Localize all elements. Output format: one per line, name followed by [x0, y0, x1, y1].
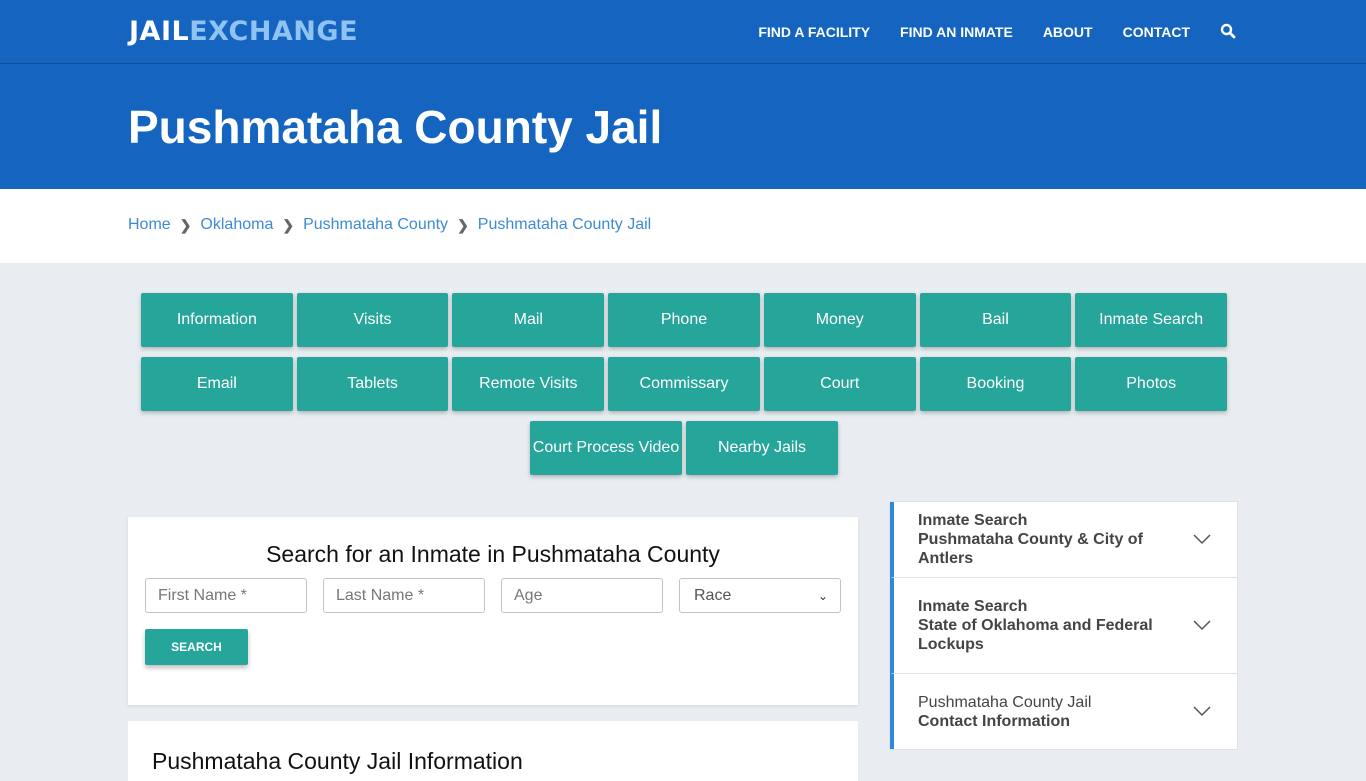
breadcrumb-home[interactable]: Home: [128, 216, 171, 234]
search-title: Search for an Inmate in Pushmataha Count…: [266, 541, 720, 567]
race-select-value: Race: [694, 586, 732, 604]
tile-visits[interactable]: Visits: [296, 293, 449, 347]
accordion-line1: Inmate Search: [918, 598, 1028, 615]
logo-exchange: EXCHANGE: [189, 16, 359, 47]
nav-find-inmate[interactable]: FIND AN INMATE: [900, 24, 1013, 40]
chevron-down-icon: ⌄: [817, 588, 828, 603]
accordion-item-state-federal-search[interactable]: Inmate Search State of Oklahoma and Fede…: [890, 578, 1237, 674]
tile-inmate-search[interactable]: Inmate Search: [1075, 293, 1228, 347]
page-title: Pushmataha County Jail: [128, 101, 663, 153]
tile-commissary[interactable]: Commissary: [608, 357, 760, 411]
search-button[interactable]: SEARCH: [145, 629, 248, 665]
accordion-line1: Inmate Search: [918, 512, 1028, 529]
logo-jail: JAIL: [129, 16, 190, 47]
chevron-down-icon: [1193, 619, 1211, 630]
nav-find-facility[interactable]: FIND A FACILITY: [758, 24, 870, 40]
accordion-line2: State of Oklahoma and Federal Lockups: [918, 617, 1153, 653]
tile-photos[interactable]: Photos: [1075, 357, 1228, 411]
last-name-input[interactable]: Last Name *: [323, 578, 485, 613]
age-input[interactable]: Age: [501, 578, 663, 613]
accordion-item-county-search[interactable]: Inmate Search Pushmataha County & City o…: [890, 502, 1237, 578]
breadcrumb-county[interactable]: Pushmataha County: [303, 216, 448, 234]
tile-information[interactable]: Information: [140, 293, 293, 347]
site-logo[interactable]: JAILEXCHANGE: [129, 16, 358, 47]
accordion-line2: Pushmataha County & City of Antlers: [918, 531, 1143, 567]
nav-about[interactable]: ABOUT: [1043, 24, 1093, 40]
jail-information-card: Pushmataha County Jail Information: [128, 721, 858, 781]
accordion-line1: Pushmataha County Jail: [918, 693, 1092, 711]
race-select[interactable]: Race ⌄: [679, 578, 841, 613]
inmate-search-card: Search for an Inmate in Pushmataha Count…: [128, 517, 858, 705]
tile-court-process-video[interactable]: Court Process Video: [530, 421, 682, 475]
breadcrumb-state[interactable]: Oklahoma: [200, 216, 273, 234]
tile-email[interactable]: Email: [140, 357, 293, 411]
chevron-right-icon: ❯: [179, 216, 192, 233]
tile-tablets[interactable]: Tablets: [296, 357, 449, 411]
tile-phone[interactable]: Phone: [608, 293, 760, 347]
accordion-line2: Contact Information: [918, 712, 1070, 730]
tile-booking[interactable]: Booking: [919, 357, 1072, 411]
search-icon[interactable]: [1220, 23, 1238, 41]
nav-contact[interactable]: CONTACT: [1123, 24, 1190, 40]
chevron-right-icon: ❯: [457, 216, 469, 233]
chevron-down-icon: [1193, 705, 1211, 716]
chevron-down-icon: [1193, 533, 1211, 544]
tile-row: Email Tablets Remote Visits Commissary C…: [139, 357, 1229, 411]
first-name-input[interactable]: First Name *: [145, 578, 307, 613]
breadcrumb-current[interactable]: Pushmataha County Jail: [478, 216, 651, 234]
tile-row: Court Process Video Nearby Jails: [139, 421, 1229, 475]
tile-money[interactable]: Money: [763, 293, 916, 347]
facility-menu-tiles: Information Visits Mail Phone Money Bail…: [139, 293, 1229, 485]
accordion-item-contact-info[interactable]: Pushmataha County Jail Contact Informati…: [890, 674, 1237, 749]
main-nav: FIND A FACILITY FIND AN INMATE ABOUT CON…: [728, 0, 1238, 64]
breadcrumb-bar: Home ❯ Oklahoma ❯ Pushmataha County ❯ Pu…: [0, 189, 1366, 263]
tile-nearby-jails[interactable]: Nearby Jails: [686, 421, 838, 475]
tile-remote-visits[interactable]: Remote Visits: [452, 357, 605, 411]
tile-mail[interactable]: Mail: [452, 293, 605, 347]
info-title: Pushmataha County Jail Information: [152, 748, 523, 774]
chevron-right-icon: ❯: [282, 216, 295, 233]
breadcrumb: Home ❯ Oklahoma ❯ Pushmataha County ❯ Pu…: [128, 216, 651, 234]
top-navbar: JAILEXCHANGE FIND A FACILITY FIND AN INM…: [0, 0, 1366, 64]
tile-court[interactable]: Court: [763, 357, 916, 411]
sidebar-accordion: Inmate Search Pushmataha County & City o…: [889, 501, 1238, 750]
hero-banner: Pushmataha County Jail: [0, 64, 1366, 189]
tile-row: Information Visits Mail Phone Money Bail…: [139, 293, 1229, 347]
tile-bail[interactable]: Bail: [919, 293, 1072, 347]
